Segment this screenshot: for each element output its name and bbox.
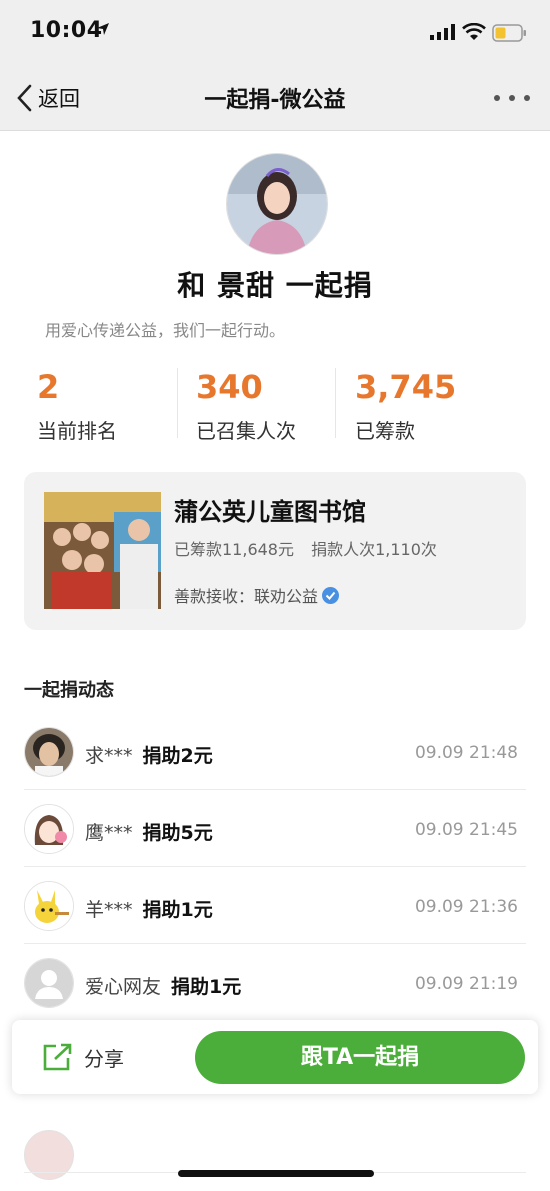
- share-label: 分享: [84, 1046, 124, 1071]
- donate-together-button[interactable]: 跟TA一起捐: [195, 1031, 525, 1084]
- stat-label: 当前排名: [37, 419, 117, 443]
- donation-time: 09.09 21:45: [414, 820, 518, 840]
- profile-name: 和 景甜 一起捐: [177, 269, 373, 302]
- stat-label: 已筹款: [355, 419, 415, 443]
- donor-name: 羊***: [85, 899, 133, 921]
- project-donors: 捐款人次1,110次: [311, 540, 437, 559]
- profile-slogan: 用爱心传递公益，我们一起行动。: [45, 321, 286, 340]
- project-raised: 已筹款11,648元: [174, 540, 294, 559]
- list-item: 鹰*** 捐助5元 09.09 21:45: [0, 790, 550, 867]
- stat-rank: 2 当前排名: [37, 367, 117, 444]
- donation-amount: 捐助5元: [142, 822, 213, 844]
- more-icon[interactable]: [494, 95, 534, 105]
- donation-amount: 捐助2元: [142, 745, 213, 767]
- stat-label: 已召集人次: [196, 419, 296, 443]
- list-item: 求*** 捐助2元 09.09 21:48: [0, 713, 550, 790]
- action-bar: 分享 跟TA一起捐: [12, 1020, 538, 1094]
- donation-time: 09.09 21:48: [414, 743, 518, 763]
- divider: [335, 368, 336, 438]
- cartoon-girl-avatar: [24, 804, 74, 854]
- verified-icon: [322, 586, 340, 604]
- stat-value: 2: [37, 368, 60, 406]
- battery-icon: [492, 24, 526, 42]
- divider: [177, 368, 178, 438]
- donation-time: 09.09 21:36: [414, 897, 518, 917]
- status-bar: 10:04: [0, 0, 550, 66]
- stat-value: 3,745: [355, 368, 457, 406]
- avatar: [226, 153, 328, 255]
- donor-name: 鹰***: [85, 822, 133, 844]
- donation-amount: 捐助1元: [142, 899, 213, 921]
- pikachu-avatar: [24, 881, 74, 931]
- project-receiver: 善款接收：联劝公益: [174, 583, 340, 607]
- home-indicator[interactable]: [178, 1170, 374, 1177]
- stat-raised: 3,745 已筹款: [355, 367, 456, 444]
- donor-name: 爱心网友: [85, 976, 162, 998]
- page-title: 一起捐-微公益: [204, 88, 346, 113]
- signal-icon: [430, 24, 455, 40]
- project-image: [44, 492, 161, 609]
- child-photo-avatar: [24, 727, 74, 777]
- list-item: 爱心网友 捐助1元 09.09 21:19: [0, 944, 550, 1021]
- wifi-icon: [462, 23, 486, 40]
- project-card[interactable]: 蒲公英儿童图书馆 已筹款11,648元 捐款人次1,110次 善款接收：联劝公益: [24, 472, 526, 630]
- donation-amount: 捐助1元: [171, 976, 242, 998]
- list-item-partial: [0, 1120, 550, 1191]
- donor-name: 求***: [85, 745, 133, 767]
- receiver-label: 善款接收：联劝公益: [174, 587, 319, 606]
- section-title: 一起捐动态: [24, 680, 114, 701]
- stat-value: 340: [196, 368, 263, 406]
- share-icon: [43, 1043, 72, 1071]
- project-title: 蒲公英儿童图书馆: [174, 498, 366, 526]
- list-item: 羊*** 捐助1元 09.09 21:36: [0, 867, 550, 944]
- stat-gathered: 340 已召集人次: [196, 367, 296, 444]
- status-time: 10:04: [30, 18, 103, 43]
- location-arrow-icon: [97, 23, 109, 35]
- donation-time: 09.09 21:19: [414, 974, 518, 994]
- default-user-avatar: [24, 958, 74, 1008]
- project-stats: 已筹款11,648元 捐款人次1,110次: [174, 536, 449, 560]
- share-button[interactable]: 分享: [42, 1042, 124, 1072]
- profile-photo: [227, 154, 327, 254]
- nav-bar: 返回 一起捐-微公益: [0, 66, 550, 131]
